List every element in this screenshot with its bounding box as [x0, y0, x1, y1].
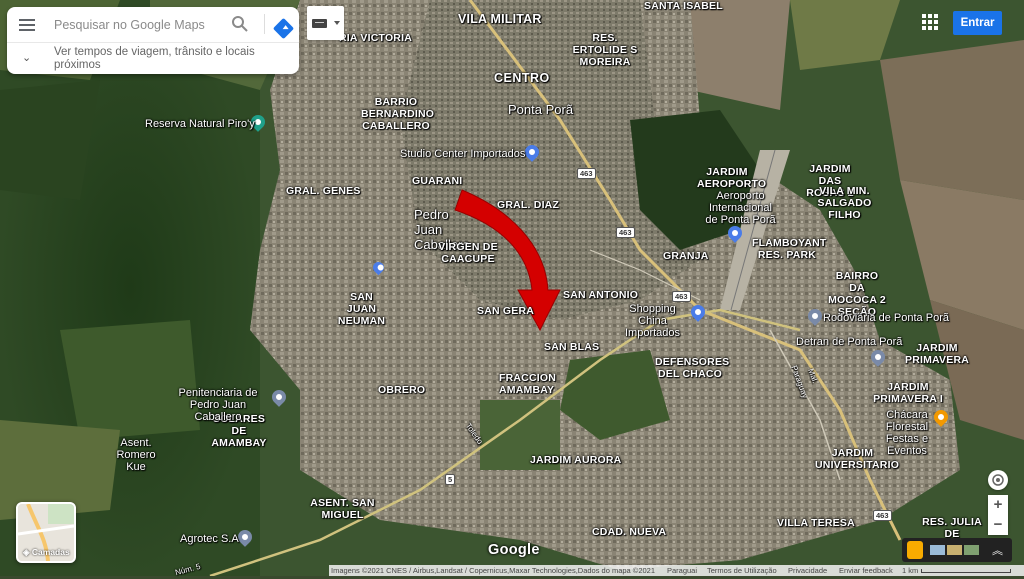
scale-bar: [921, 569, 1011, 573]
my-location-icon: [992, 474, 1004, 486]
privacy-link[interactable]: Privacidade: [788, 565, 827, 576]
street-view-thumb-3[interactable]: [964, 545, 979, 555]
signin-button[interactable]: Entrar: [953, 11, 1002, 35]
caret-down-icon: [334, 21, 340, 25]
attribution-bar: Imagens ©2021 CNES / Airbus,Landsat / Co…: [329, 565, 1024, 576]
layers-button[interactable]: ◈ Camadas: [16, 502, 76, 563]
google-logo: Google: [488, 542, 540, 558]
travel-times-hint[interactable]: ⌄ Ver tempos de viagem, trânsito e locai…: [7, 42, 299, 75]
search-icon[interactable]: [231, 15, 249, 33]
expand-up-icon[interactable]: ︽: [992, 542, 1003, 558]
imagery-credit: Imagens ©2021 CNES / Airbus,Landsat / Co…: [331, 566, 656, 575]
input-tools-button[interactable]: [307, 6, 344, 40]
pegman-icon[interactable]: [907, 541, 923, 559]
satellite-map[interactable]: [0, 0, 1024, 576]
scale-label[interactable]: 1 km: [902, 565, 918, 576]
road-shield-463: 463: [873, 510, 892, 521]
keyboard-icon: [312, 19, 327, 28]
search-input[interactable]: [52, 15, 226, 35]
apps-grid-icon[interactable]: [922, 14, 938, 30]
road-shield-5: 5: [445, 474, 456, 485]
layers-label: ◈ Camadas: [23, 547, 70, 558]
hint-text: Ver tempos de viagem, trânsito e locais …: [54, 46, 255, 71]
layers-text: Camadas: [31, 547, 70, 557]
feedback-link[interactable]: Enviar feedback: [839, 565, 893, 576]
layers-icon: ◈: [23, 547, 32, 557]
street-view-thumb-2[interactable]: [947, 545, 962, 555]
terms-link[interactable]: Termos de Utilização: [707, 565, 777, 576]
search-row: [7, 7, 299, 41]
chevron-down-icon: ⌄: [22, 52, 32, 64]
country-link[interactable]: Paraguai: [667, 565, 697, 576]
divider: [264, 14, 265, 34]
street-view-thumb-1[interactable]: [930, 545, 945, 555]
road-shield-463: 463: [616, 227, 635, 238]
my-location-button[interactable]: [988, 470, 1008, 490]
hamburger-menu-icon[interactable]: [19, 16, 35, 32]
zoom-in-button[interactable]: +: [988, 495, 1008, 515]
road-shield-463: 463: [672, 291, 691, 302]
road-shield-463: 463: [577, 168, 596, 179]
search-panel: ⌄ Ver tempos de viagem, trânsito e locai…: [7, 7, 299, 74]
directions-icon[interactable]: [272, 17, 295, 40]
zoom-controls: + −: [988, 495, 1008, 535]
zoom-out-button[interactable]: −: [988, 515, 1008, 535]
street-view-bar: ︽: [902, 538, 1012, 562]
